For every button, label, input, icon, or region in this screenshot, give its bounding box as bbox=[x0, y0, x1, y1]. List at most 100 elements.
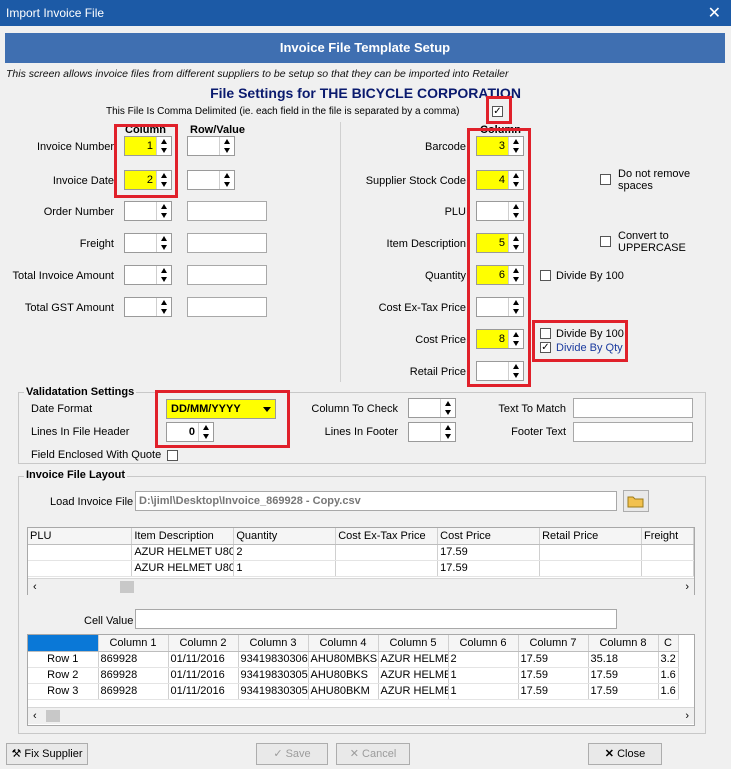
cancel-button[interactable]: ✕ Cancel bbox=[336, 743, 410, 765]
raw-header-cell: Column 5 bbox=[378, 635, 449, 652]
left-field-column-stepper[interactable] bbox=[124, 201, 172, 221]
preview-header-cell: Cost Price bbox=[437, 528, 541, 545]
left-field-label: Total GST Amount bbox=[24, 302, 114, 314]
left-field-value-input[interactable] bbox=[187, 233, 267, 253]
raw-cell[interactable]: 2 bbox=[448, 651, 519, 668]
raw-cell[interactable]: 17.59 bbox=[518, 683, 589, 700]
text-match-input[interactable] bbox=[573, 398, 693, 418]
raw-header-cell: Column 3 bbox=[238, 635, 309, 652]
raw-cell[interactable]: AZUR HELMET bbox=[378, 683, 449, 700]
raw-cell[interactable]: 35.18 bbox=[588, 651, 659, 668]
raw-cell[interactable]: AHU80BKS bbox=[308, 667, 379, 684]
raw-cell[interactable]: 869928 bbox=[98, 683, 169, 700]
preview-cell[interactable] bbox=[335, 560, 439, 577]
raw-cell[interactable]: 17.59 bbox=[518, 667, 589, 684]
preview-cell[interactable] bbox=[539, 544, 642, 561]
preview-cell[interactable]: AZUR HELMET U80 C bbox=[131, 560, 235, 577]
qty-divide100-checkbox[interactable] bbox=[540, 270, 551, 281]
left-field-column-stepper[interactable] bbox=[124, 233, 172, 253]
raw-cell[interactable]: Row 2 bbox=[28, 667, 99, 684]
convert-upper-checkbox[interactable] bbox=[600, 236, 611, 247]
close-icon[interactable]: ✕ bbox=[708, 3, 721, 23]
preview-header-cell: PLU bbox=[28, 528, 133, 545]
raw-cell[interactable]: 869928 bbox=[98, 667, 169, 684]
no-remove-spaces-label: Do not remove spaces bbox=[618, 168, 691, 192]
raw-cell[interactable]: 869928 bbox=[98, 651, 169, 668]
left-field-row-stepper[interactable] bbox=[187, 136, 235, 156]
raw-cell[interactable]: 1.6 bbox=[658, 683, 679, 700]
open-folder-button[interactable] bbox=[623, 490, 649, 512]
preview-cell[interactable]: 17.59 bbox=[437, 560, 541, 577]
raw-cell[interactable]: 17.59 bbox=[518, 651, 589, 668]
raw-cell[interactable]: 01/11/2016 bbox=[168, 667, 239, 684]
left-field-value-input[interactable] bbox=[187, 297, 267, 317]
raw-scrollbar[interactable]: ‹ › bbox=[28, 707, 694, 724]
raw-cell[interactable]: 17.59 bbox=[588, 683, 659, 700]
left-field-row-stepper[interactable] bbox=[187, 170, 235, 190]
col-check-stepper[interactable] bbox=[408, 398, 456, 418]
raw-cell[interactable]: Row 3 bbox=[28, 683, 99, 700]
preview-cell[interactable] bbox=[641, 544, 694, 561]
enclosed-checkbox[interactable] bbox=[167, 450, 178, 461]
left-field-value-input[interactable] bbox=[187, 201, 267, 221]
left-field-label: Invoice Number bbox=[36, 141, 114, 153]
raw-cell[interactable]: 1.6 bbox=[658, 667, 679, 684]
save-button[interactable]: ✓ Save bbox=[256, 743, 328, 765]
table-row[interactable]: Row 1 869928 01/11/2016 93419830306 AHU80MBK… bbox=[28, 651, 679, 668]
table-row[interactable]: AZUR HELMET U80 C1 17.59 bbox=[28, 560, 694, 577]
load-path-input[interactable]: D:\jiml\Desktop\Invoice_869928 - Copy.cs… bbox=[135, 491, 617, 511]
cost-divide-qty-checkbox[interactable]: ✓ bbox=[540, 342, 551, 353]
convert-upper-label: Convert to UPPERCASE bbox=[618, 230, 686, 254]
raw-cell[interactable]: AHU80MBKS bbox=[308, 651, 379, 668]
left-field-column-stepper[interactable] bbox=[124, 265, 172, 285]
raw-cell[interactable]: 1 bbox=[448, 683, 519, 700]
raw-cell[interactable]: Row 1 bbox=[28, 651, 99, 668]
row-value-header: Row/Value bbox=[190, 124, 246, 136]
footer-text-input[interactable] bbox=[573, 422, 693, 442]
raw-cell[interactable]: 17.59 bbox=[588, 667, 659, 684]
lines-footer-stepper[interactable] bbox=[408, 422, 456, 442]
table-row[interactable]: Row 2 869928 01/11/2016 93419830305 AHU80BKS… bbox=[28, 667, 679, 684]
preview-cell[interactable] bbox=[539, 560, 642, 577]
raw-cell[interactable]: 01/11/2016 bbox=[168, 683, 239, 700]
col-check-label: Column To Check bbox=[311, 403, 398, 415]
raw-cell[interactable]: 01/11/2016 bbox=[168, 651, 239, 668]
fix-supplier-button[interactable]: ⚒ Fix Supplier bbox=[6, 743, 88, 765]
raw-cell[interactable]: 3.2 bbox=[658, 651, 679, 668]
raw-cell[interactable]: AZUR HELMET bbox=[378, 667, 449, 684]
preview-cell[interactable]: 17.59 bbox=[437, 544, 541, 561]
close-button[interactable]: ✕ Close bbox=[588, 743, 662, 765]
highlight-box bbox=[155, 390, 290, 448]
table-row[interactable]: AZUR HELMET U80 M2 17.59 bbox=[28, 544, 694, 561]
left-field-column-stepper[interactable] bbox=[124, 297, 172, 317]
raw-header-cell: Column 4 bbox=[308, 635, 379, 652]
no-remove-spaces-checkbox[interactable] bbox=[600, 174, 611, 185]
preview-cell[interactable]: AZUR HELMET U80 M bbox=[131, 544, 235, 561]
preview-cell[interactable]: 1 bbox=[233, 560, 337, 577]
footer-text-label: Footer Text bbox=[511, 426, 566, 438]
raw-header-cell: Column 7 bbox=[518, 635, 589, 652]
raw-cell[interactable]: AZUR HELMET bbox=[378, 651, 449, 668]
raw-cell[interactable]: 93419830305 bbox=[238, 683, 309, 700]
preview-cell[interactable] bbox=[335, 544, 439, 561]
cell-value-input[interactable] bbox=[135, 609, 617, 629]
lines-footer-label: Lines In Footer bbox=[324, 426, 398, 438]
raw-header-cell bbox=[28, 635, 99, 652]
raw-cell[interactable]: 93419830305 bbox=[238, 667, 309, 684]
window-title: Import Invoice File bbox=[6, 6, 105, 20]
enclosed-label: Field Enclosed With Quote bbox=[31, 449, 162, 461]
preview-cell[interactable]: 2 bbox=[233, 544, 337, 561]
preview-header-cell: Cost Ex-Tax Price bbox=[335, 528, 439, 545]
raw-cell[interactable]: AHU80BKM bbox=[308, 683, 379, 700]
left-field-value-input[interactable] bbox=[187, 265, 267, 285]
load-label: Load Invoice File bbox=[50, 496, 134, 508]
raw-cell[interactable]: 93419830306 bbox=[238, 651, 309, 668]
preview-scrollbar[interactable]: ‹ › bbox=[28, 578, 694, 595]
cost-divide100-checkbox[interactable] bbox=[540, 328, 551, 339]
preview-cell[interactable] bbox=[28, 560, 133, 577]
preview-cell[interactable] bbox=[641, 560, 694, 577]
raw-cell[interactable]: 1 bbox=[448, 667, 519, 684]
table-row[interactable]: Row 3 869928 01/11/2016 93419830305 AHU80BKM… bbox=[28, 683, 679, 700]
validation-title: Validatation Settings bbox=[24, 386, 137, 398]
preview-cell[interactable] bbox=[28, 544, 133, 561]
